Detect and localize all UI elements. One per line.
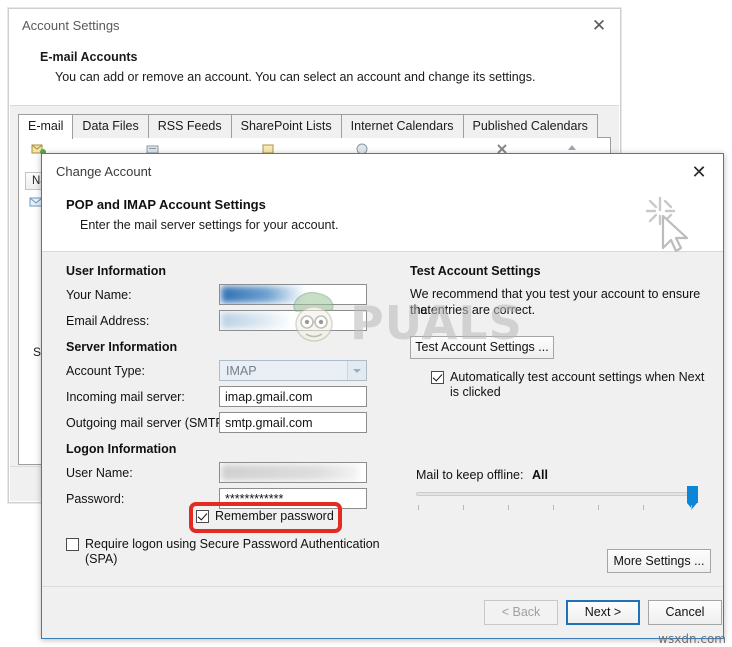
slider-tick bbox=[463, 505, 464, 510]
close-icon[interactable]: ✕ bbox=[688, 161, 710, 183]
server-information-heading: Server Information bbox=[66, 340, 178, 354]
dialog-banner-heading: POP and IMAP Account Settings bbox=[66, 197, 266, 212]
account-type-select[interactable]: IMAP bbox=[219, 360, 367, 381]
account-settings-title: Account Settings bbox=[22, 18, 120, 33]
tab-published-calendars[interactable]: Published Calendars bbox=[462, 114, 598, 138]
banner-description: You can add or remove an account. You ca… bbox=[55, 70, 536, 84]
auto-test-label-line2: is clicked bbox=[450, 385, 501, 399]
dialog-footer: < Back Next > Cancel bbox=[42, 586, 723, 638]
test-account-settings-button[interactable]: Test Account Settings ... bbox=[410, 336, 554, 359]
email-address-label: Email Address: bbox=[66, 314, 150, 328]
require-spa-label-line2: (SPA) bbox=[85, 552, 118, 566]
outgoing-mail-server-label: Outgoing mail server (SMTP): bbox=[66, 416, 232, 430]
back-button: < Back bbox=[484, 600, 558, 625]
checkbox-box[interactable] bbox=[66, 538, 79, 551]
mail-offline-slider-thumb[interactable] bbox=[687, 486, 698, 509]
slider-tick bbox=[553, 505, 554, 510]
user-information-heading: User Information bbox=[66, 264, 167, 278]
dialog-banner: POP and IMAP Account Settings Enter the … bbox=[42, 190, 723, 254]
dialog-content: User Information Your Name: Email Addres… bbox=[42, 253, 723, 586]
mail-offline-label: Mail to keep offline: bbox=[416, 468, 524, 482]
tab-internet-calendars[interactable]: Internet Calendars bbox=[340, 114, 464, 138]
user-name-input[interactable] bbox=[219, 462, 367, 483]
tab-sharepoint-lists[interactable]: SharePoint Lists bbox=[230, 114, 342, 138]
password-input[interactable]: ************ bbox=[219, 488, 367, 509]
slider-tick bbox=[643, 505, 644, 510]
mail-offline-slider-track[interactable] bbox=[416, 492, 694, 496]
checkbox-box[interactable] bbox=[196, 510, 209, 523]
sparkle-cursor-icon bbox=[641, 194, 699, 254]
outgoing-mail-server-input[interactable]: smtp.gmail.com bbox=[219, 412, 367, 433]
dialog-banner-description: Enter the mail server settings for your … bbox=[80, 218, 339, 232]
redacted-value bbox=[221, 464, 359, 481]
incoming-mail-server-label: Incoming mail server: bbox=[66, 390, 185, 404]
redacted-value bbox=[221, 286, 305, 303]
email-address-input[interactable] bbox=[219, 310, 367, 331]
require-spa-label-line1: Require logon using Secure Password Auth… bbox=[85, 537, 380, 551]
close-icon[interactable]: ✕ bbox=[588, 15, 610, 37]
slider-tick bbox=[598, 505, 599, 510]
dialog-title: Change Account bbox=[56, 164, 152, 179]
chevron-down-icon[interactable] bbox=[347, 361, 366, 380]
change-account-dialog: Change Account ✕ POP and IMAP Account Se… bbox=[41, 153, 724, 639]
slider-tick bbox=[418, 505, 419, 510]
banner-heading: E-mail Accounts bbox=[40, 50, 138, 64]
tab-strip: E-mail Data Files RSS Feeds SharePoint L… bbox=[18, 114, 611, 162]
screenshot-root: Account Settings ✕ E-mail Accounts You c… bbox=[0, 0, 732, 647]
account-type-value: IMAP bbox=[226, 364, 257, 378]
mail-offline-value: All bbox=[532, 468, 548, 482]
source-watermark: wsxdn.com bbox=[658, 632, 726, 646]
redacted-value bbox=[221, 312, 293, 329]
your-name-label: Your Name: bbox=[66, 288, 132, 302]
tab-rss-feeds[interactable]: RSS Feeds bbox=[147, 114, 232, 138]
tab-data-files[interactable]: Data Files bbox=[72, 114, 149, 138]
account-settings-titlebar: Account Settings ✕ bbox=[9, 9, 620, 43]
next-button[interactable]: Next > bbox=[566, 600, 640, 625]
remember-password-label: Remember password bbox=[215, 509, 334, 523]
account-type-label: Account Type: bbox=[66, 364, 145, 378]
logon-information-heading: Logon Information bbox=[66, 442, 177, 456]
dialog-titlebar: Change Account ✕ bbox=[42, 154, 723, 190]
slider-tick bbox=[508, 505, 509, 510]
checkbox-box[interactable] bbox=[431, 371, 444, 384]
user-name-label: User Name: bbox=[66, 466, 133, 480]
test-account-description-line2: the entries are correct. bbox=[410, 303, 536, 317]
password-label: Password: bbox=[66, 492, 125, 506]
cancel-button[interactable]: Cancel bbox=[648, 600, 722, 625]
slider-tick bbox=[691, 505, 692, 510]
test-account-settings-heading: Test Account Settings bbox=[410, 264, 541, 278]
more-settings-button[interactable]: More Settings ... bbox=[607, 549, 711, 573]
account-settings-banner: E-mail Accounts You can add or remove an… bbox=[10, 43, 619, 106]
auto-test-label-line1: Automatically test account settings when… bbox=[450, 370, 705, 384]
your-name-input[interactable] bbox=[219, 284, 367, 305]
tab-email[interactable]: E-mail bbox=[18, 114, 74, 139]
incoming-mail-server-input[interactable]: imap.gmail.com bbox=[219, 386, 367, 407]
